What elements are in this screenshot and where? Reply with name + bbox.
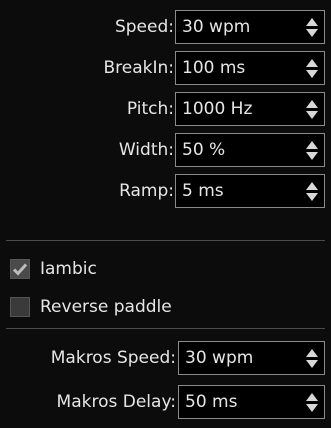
down-arrow-icon[interactable] (306, 110, 318, 119)
speed-value[interactable]: 30 wpm (176, 17, 300, 37)
down-arrow-icon[interactable] (306, 192, 318, 201)
makros-speed-spinbox[interactable]: 30 wpm (178, 341, 325, 375)
down-arrow-icon[interactable] (306, 151, 318, 160)
pitch-spinbox[interactable]: 1000 Hz (175, 92, 325, 126)
breakin-row: BreakIn: 100 ms (0, 49, 331, 87)
makros-speed-label: Makros Speed: (50, 348, 176, 368)
up-arrow-icon[interactable] (306, 181, 318, 190)
pitch-value[interactable]: 1000 Hz (176, 99, 300, 119)
width-row: Width: 50 % (0, 131, 331, 169)
makros-delay-label: Makros Delay: (56, 392, 176, 412)
ramp-spin-arrows[interactable] (300, 175, 324, 207)
makros-speed-spin-arrows[interactable] (300, 342, 324, 374)
up-arrow-icon[interactable] (306, 17, 318, 26)
reverse-paddle-checkbox[interactable] (10, 297, 30, 317)
down-arrow-icon[interactable] (306, 359, 318, 368)
ramp-label: Ramp: (119, 181, 174, 201)
makros-speed-row: Makros Speed: 30 wpm (0, 339, 331, 377)
ramp-row: Ramp: 5 ms (0, 172, 331, 210)
up-arrow-icon[interactable] (306, 58, 318, 67)
pitch-label: Pitch: (126, 99, 174, 119)
breakin-value[interactable]: 100 ms (176, 58, 300, 78)
makros-delay-spin-arrows[interactable] (300, 386, 324, 418)
speed-label: Speed: (114, 17, 174, 37)
up-arrow-icon[interactable] (306, 348, 318, 357)
up-arrow-icon[interactable] (306, 99, 318, 108)
width-label: Width: (118, 140, 174, 160)
pitch-spin-arrows[interactable] (300, 93, 324, 125)
up-arrow-icon[interactable] (306, 140, 318, 149)
down-arrow-icon[interactable] (306, 28, 318, 37)
keyer-settings-panel: Speed: 30 wpm BreakIn: 100 ms Pitch: 100… (0, 0, 331, 428)
up-arrow-icon[interactable] (306, 392, 318, 401)
ramp-spinbox[interactable]: 5 ms (175, 174, 325, 208)
width-value[interactable]: 50 % (176, 140, 300, 160)
down-arrow-icon[interactable] (306, 403, 318, 412)
width-spinbox[interactable]: 50 % (175, 133, 325, 167)
down-arrow-icon[interactable] (306, 69, 318, 78)
iambic-checkbox-row[interactable]: Iambic (10, 252, 97, 286)
speed-spinbox[interactable]: 30 wpm (175, 10, 325, 44)
section-divider (6, 328, 325, 329)
ramp-value[interactable]: 5 ms (176, 181, 300, 201)
breakin-spinbox[interactable]: 100 ms (175, 51, 325, 85)
checkmark-icon (12, 263, 28, 276)
breakin-label: BreakIn: (103, 58, 174, 78)
reverse-paddle-label[interactable]: Reverse paddle (40, 297, 172, 317)
makros-speed-value[interactable]: 30 wpm (179, 348, 300, 368)
makros-delay-spinbox[interactable]: 50 ms (178, 385, 325, 419)
section-divider (6, 240, 325, 241)
speed-spin-arrows[interactable] (300, 11, 324, 43)
speed-row: Speed: 30 wpm (0, 8, 331, 46)
iambic-label[interactable]: Iambic (40, 259, 97, 279)
pitch-row: Pitch: 1000 Hz (0, 90, 331, 128)
width-spin-arrows[interactable] (300, 134, 324, 166)
makros-delay-value[interactable]: 50 ms (179, 392, 300, 412)
iambic-checkbox[interactable] (10, 259, 30, 279)
reverse-paddle-checkbox-row[interactable]: Reverse paddle (10, 290, 172, 324)
makros-delay-row: Makros Delay: 50 ms (0, 383, 331, 421)
breakin-spin-arrows[interactable] (300, 52, 324, 84)
